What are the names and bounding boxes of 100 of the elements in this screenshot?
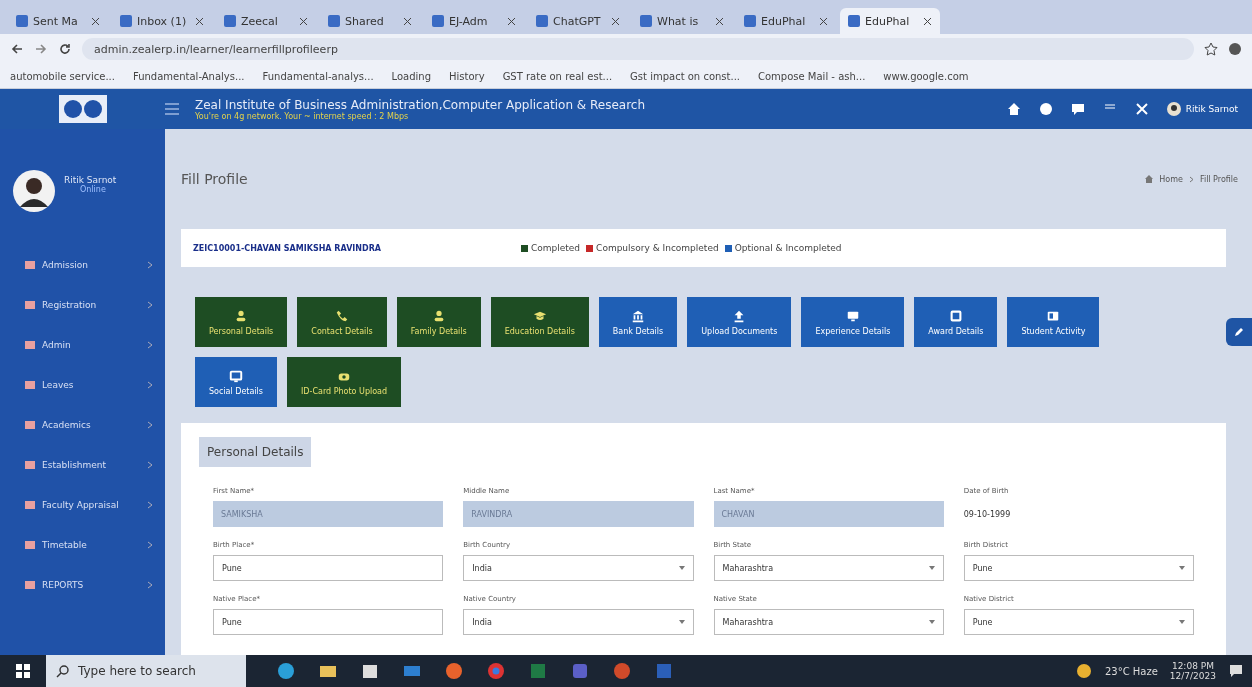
section-button[interactable]: Social Details <box>195 357 277 407</box>
chevron-icon <box>1188 175 1194 183</box>
clock[interactable]: 12:08 PM 12/7/2023 <box>1169 661 1216 681</box>
avatar-icon[interactable] <box>1166 102 1181 116</box>
section-button[interactable]: Bank Details <box>598 297 678 347</box>
chat-icon[interactable] <box>1070 102 1085 116</box>
bookmark[interactable]: Loading <box>391 70 432 82</box>
close-icon[interactable] <box>923 16 932 26</box>
square-icon <box>24 379 36 391</box>
notification-icon[interactable] <box>1228 663 1244 679</box>
section-button[interactable]: Personal Details <box>195 297 288 347</box>
section-button[interactable]: Education Details <box>490 297 589 347</box>
legend-label: Compulsory & Incompleted <box>596 243 719 253</box>
bookmark[interactable]: Compose Mail - ash... <box>758 70 866 82</box>
institute-title: Zeal Institute of Business Administration,Computer Application & Research <box>195 97 647 112</box>
sidebar-item[interactable]: Faculty Appraisal <box>0 485 165 525</box>
close-icon[interactable] <box>715 16 724 26</box>
menu-icon[interactable] <box>165 103 179 115</box>
sidebar-item[interactable]: Academics <box>0 405 165 445</box>
reload-icon[interactable] <box>58 42 72 56</box>
edit-button[interactable] <box>1226 318 1252 346</box>
dropdown-field[interactable]: Pune <box>963 609 1194 635</box>
square-icon <box>24 579 36 591</box>
browser-tab[interactable]: ChatGPT <box>528 8 628 34</box>
weather-text[interactable]: 23°C Haze <box>1104 665 1158 677</box>
close-icon[interactable] <box>195 16 204 26</box>
section-button[interactable]: ID-Card Photo Upload <box>287 357 402 407</box>
chevron-icon <box>147 501 153 509</box>
close-icon[interactable] <box>611 16 620 26</box>
back-icon[interactable] <box>10 42 24 56</box>
section-button[interactable]: Student Activity <box>1007 297 1100 347</box>
dropdown-field[interactable]: Maharashtra <box>713 555 944 581</box>
bookmark[interactable]: GST rate on real est... <box>502 70 613 82</box>
weather-icon[interactable] <box>1074 662 1093 680</box>
readonly-field: CHAVAN <box>713 501 944 527</box>
browser-tab[interactable]: Shared <box>320 8 420 34</box>
close-icon[interactable] <box>507 16 516 26</box>
square-icon <box>24 419 36 431</box>
bookmark[interactable]: Gst impact on const... <box>630 70 740 82</box>
section-button[interactable]: Experience Details <box>801 297 905 347</box>
pencil-icon <box>1234 327 1244 337</box>
browser-tab[interactable]: What is <box>632 8 732 34</box>
dropdown-field[interactable]: Maharashtra <box>713 609 944 635</box>
section-button[interactable]: Contact Details <box>297 297 387 347</box>
star-icon[interactable] <box>1204 42 1218 56</box>
home-icon[interactable] <box>1006 102 1021 116</box>
dropdown-field[interactable]: India <box>463 555 694 581</box>
section-button[interactable]: Upload Documents <box>687 297 792 347</box>
profile-icon[interactable] <box>1228 42 1242 56</box>
expand-icon[interactable] <box>1134 102 1149 116</box>
browser-tab[interactable]: Sent Ma <box>8 8 108 34</box>
address-bar[interactable]: admin.zealerp.in/learner/learnerfillprofileerp <box>82 38 1194 60</box>
square-icon <box>24 539 36 551</box>
sidebar-item[interactable]: Timetable <box>0 525 165 565</box>
chevron-icon <box>147 381 153 389</box>
bookmark[interactable]: History <box>449 70 485 82</box>
sidebar-item[interactable]: Establishment <box>0 445 165 485</box>
caret-icon <box>678 620 685 624</box>
user-name[interactable]: Ritik Sarnot <box>1185 104 1238 114</box>
monitor-icon <box>229 368 243 383</box>
square-icon <box>24 459 36 471</box>
legend-label: Completed <box>531 243 581 253</box>
square-icon <box>24 259 36 271</box>
home-icon <box>1145 175 1154 183</box>
browser-tab[interactable]: EduPhal <box>736 8 836 34</box>
browser-tab[interactable]: EduPhal <box>840 8 940 34</box>
dropdown-field[interactable]: Pune <box>963 555 1194 581</box>
forward-icon[interactable] <box>34 42 48 56</box>
sidebar-item[interactable]: REPORTS <box>0 565 165 605</box>
input-field[interactable]: Pune <box>213 609 444 635</box>
browser-tab[interactable]: EJ-Adm <box>424 8 524 34</box>
search-icon <box>56 664 70 678</box>
windows-icon[interactable] <box>16 664 30 678</box>
close-icon[interactable] <box>403 16 412 26</box>
browser-tab[interactable]: Zeecal <box>216 8 316 34</box>
breadcrumb-link[interactable]: Home <box>1159 174 1183 184</box>
section-button[interactable]: Award Details <box>914 297 998 347</box>
bookmark[interactable]: Fundamental-analys... <box>262 70 374 82</box>
close-icon[interactable] <box>819 16 828 26</box>
chevron-icon <box>147 421 153 429</box>
bookmark[interactable]: automobile service... <box>10 70 115 82</box>
input-field[interactable]: Pune <box>213 555 444 581</box>
readonly-field: SAMIKSHA <box>213 501 444 527</box>
bookmark[interactable]: www.google.com <box>883 70 969 82</box>
caret-icon <box>1179 620 1185 624</box>
sidebar-item[interactable]: Registration <box>0 285 165 325</box>
dropdown-field[interactable]: India <box>463 609 694 635</box>
logo-icon <box>57 94 108 124</box>
sidebar-item[interactable]: Admission <box>0 245 165 285</box>
section-button[interactable]: Family Details <box>396 297 481 347</box>
close-icon[interactable] <box>299 16 308 26</box>
bookmark[interactable]: Fundamental-Analys... <box>132 70 245 82</box>
taskbar-search[interactable]: Type here to search <box>46 655 246 687</box>
sidebar-item[interactable]: Admin <box>0 325 165 365</box>
sidebar-item[interactable]: Leaves <box>0 365 165 405</box>
chevron-icon <box>147 341 153 349</box>
chevron-icon <box>147 461 153 469</box>
close-icon[interactable] <box>91 16 100 26</box>
browser-tab[interactable]: Inbox (1) <box>112 8 212 34</box>
chevron-icon <box>147 581 153 589</box>
